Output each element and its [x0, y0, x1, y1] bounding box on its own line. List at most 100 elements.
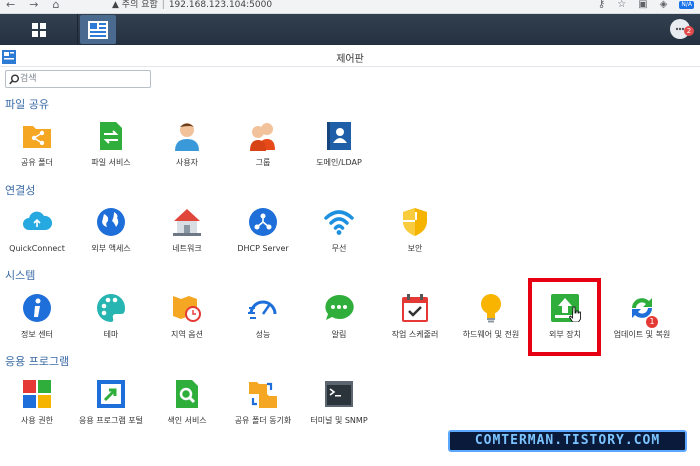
tile-update-restore[interactable]: 1 업데이트 및 복원	[602, 292, 682, 360]
tile-domain-ldap[interactable]: 도메인/LDAP	[299, 120, 379, 188]
tile-label: QuickConnect	[9, 244, 65, 253]
tile-user[interactable]: 사용자	[147, 120, 227, 188]
group-icon	[250, 123, 275, 151]
watermark-banner: COMTERMAN.TISTORY.COM	[448, 430, 687, 452]
tile-group[interactable]: 그룹	[223, 120, 303, 188]
window-title: 제어판	[336, 54, 364, 65]
tile-hardware-power[interactable]: 하드웨어 및 전원	[451, 292, 531, 360]
browser-toolbar: ← → ⌂ ▲ 주의 요함 | 192.168.123.104:5000 ⚷ ☆ ▣…	[0, 0, 700, 14]
tile-label: 사용자	[175, 158, 199, 167]
tile-label: 성능	[255, 330, 271, 339]
tile-quickconnect[interactable]: QuickConnect	[0, 206, 77, 274]
tile-label: 업데이트 및 복원	[613, 330, 671, 339]
tile-label: 도메인/LDAP	[316, 158, 362, 167]
tile-regional-options[interactable]: 지역 옵션	[147, 292, 227, 360]
tile-wireless[interactable]: 무선	[299, 206, 379, 274]
tile-label: 사용 권한	[21, 416, 53, 425]
terminal-icon	[325, 381, 353, 407]
tile-task-scheduler[interactable]: 작업 스케줄러	[375, 292, 455, 360]
tile-label: 정보 센터	[21, 330, 53, 339]
search-field[interactable]	[5, 70, 151, 88]
house-network-icon	[173, 209, 201, 236]
tile-privileges[interactable]: 사용 권한	[0, 378, 77, 446]
back-arrow-icon[interactable]: ←	[6, 0, 15, 10]
file-services-icon	[100, 122, 122, 150]
tile-label: 작업 스케줄러	[391, 330, 439, 339]
highlight-box	[528, 278, 601, 356]
lightbulb-icon	[481, 294, 501, 323]
section-title-file-sharing: 파일 공유	[5, 98, 49, 111]
tile-label: 무선	[331, 244, 347, 253]
warning-icon: ▲	[112, 0, 119, 10]
cloud-icon	[23, 211, 53, 230]
tile-label: 네트워크	[172, 244, 202, 253]
portal-arrow-icon	[97, 380, 125, 408]
info-icon	[23, 294, 51, 322]
url-text: 192.168.123.104:5000	[168, 0, 273, 10]
tile-security[interactable]: 보안	[375, 206, 455, 274]
tile-terminal-snmp[interactable]: 터미널 및 SNMP	[299, 378, 379, 446]
home-icon[interactable]: ⌂	[52, 0, 59, 10]
control-panel-taskbar-tab[interactable]	[80, 15, 116, 44]
control-panel-icon	[88, 20, 108, 39]
search-icon	[9, 74, 19, 85]
folder-sync-icon	[249, 382, 277, 408]
key-icon[interactable]: ⚷	[598, 0, 605, 10]
star-icon[interactable]: ☆	[617, 0, 626, 10]
grid-icon	[31, 22, 46, 37]
tile-dhcp-server[interactable]: DHCP Server	[223, 206, 303, 274]
tile-label: 외부 액세스	[91, 244, 131, 253]
user-icon	[175, 123, 199, 151]
dsm-taskbar: 2	[0, 14, 700, 45]
browser-nav: ← → ⌂	[6, 0, 59, 10]
search-doc-icon	[176, 380, 198, 408]
tile-label: 지역 옵션	[171, 330, 203, 339]
forward-arrow-icon[interactable]: →	[29, 0, 38, 10]
tile-theme[interactable]: 테마	[71, 292, 151, 360]
window-titlebar: 제어판	[0, 45, 700, 67]
tile-label: 하드웨어 및 전원	[462, 330, 520, 339]
calendar-check-icon	[402, 294, 428, 322]
wifi-icon	[324, 210, 354, 235]
notification-button[interactable]: 2	[670, 19, 694, 39]
tile-performance[interactable]: 성능	[223, 292, 303, 360]
tile-label: 테마	[103, 330, 119, 339]
extension-icon[interactable]: ▣	[638, 0, 647, 10]
domain-book-icon	[327, 122, 351, 150]
map-clock-icon	[173, 296, 201, 322]
tile-label: 색인 서비스	[167, 416, 207, 425]
shield-icon	[403, 208, 427, 236]
palette-icon	[97, 293, 126, 322]
update-count-badge: 1	[646, 316, 658, 328]
tile-file-services[interactable]: 파일 서비스	[71, 120, 151, 188]
speedometer-icon	[248, 300, 277, 319]
app-grid-icon	[23, 380, 51, 408]
search-input[interactable]	[20, 73, 148, 85]
tile-indexing-service[interactable]: 색인 서비스	[147, 378, 227, 446]
tile-label: 터미널 및 SNMP	[310, 416, 368, 425]
tile-notification[interactable]: 알림	[299, 292, 379, 360]
tile-label: 파일 서비스	[91, 158, 131, 167]
tile-external-access[interactable]: 외부 액세스	[71, 206, 151, 274]
address-bar[interactable]: ▲ 주의 요함 | 192.168.123.104:5000	[112, 0, 272, 10]
globe-icon	[97, 208, 125, 236]
tile-application-portal[interactable]: 응용 프로그램 포털	[71, 378, 151, 446]
tile-shared-folder[interactable]: 공유 폴더	[0, 120, 77, 188]
main-menu-button[interactable]	[0, 14, 78, 45]
tile-label: 응용 프로그램 포털	[79, 416, 143, 425]
extension-badge[interactable]: N/A	[679, 1, 694, 9]
security-label: 주의 요함	[121, 0, 158, 10]
tile-network[interactable]: 네트워크	[147, 206, 227, 274]
chat-bubble-icon	[325, 294, 354, 320]
notification-count-badge: 2	[684, 26, 694, 36]
tile-info-center[interactable]: 정보 센터	[0, 292, 77, 360]
tile-label: 공유 폴더	[21, 158, 53, 167]
tile-label: 알림	[331, 330, 347, 339]
tile-label: 공유 폴더 동기화	[234, 416, 292, 425]
shared-folder-icon	[23, 126, 51, 148]
tile-label: 그룹	[255, 158, 271, 167]
shield-ext-icon[interactable]: ◈	[660, 0, 668, 10]
tile-label: DHCP Server	[237, 244, 289, 253]
tile-label: 보안	[407, 244, 423, 253]
tile-shared-folder-sync[interactable]: 공유 폴더 동기화	[223, 378, 303, 446]
